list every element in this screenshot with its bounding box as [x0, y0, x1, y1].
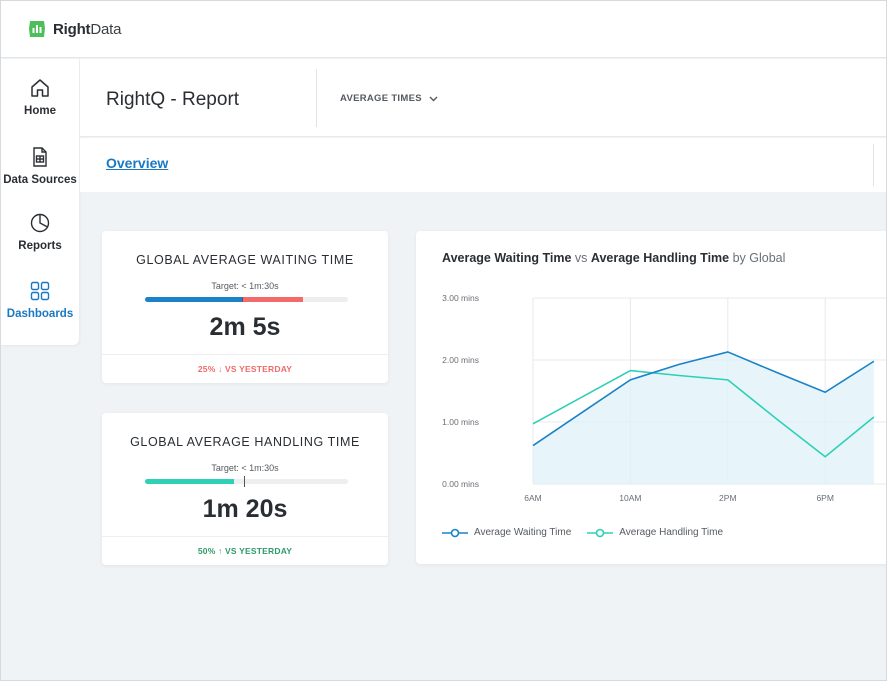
kpi-progress-track	[145, 476, 348, 487]
chart-card: Average Waiting Time vs Average Handling…	[416, 231, 887, 564]
kpi-progress-fill	[145, 479, 235, 484]
kpi-value: 2m 5s	[209, 313, 281, 341]
kpi-target-marker	[242, 297, 244, 302]
kpi-value: 1m 20s	[202, 495, 288, 523]
y-tick-label: 1.00 mins	[442, 417, 479, 427]
logo-text: RightData	[53, 21, 121, 38]
kpi-change: 50% ↑ VS YESTERDAY	[102, 536, 388, 565]
chart-legend: Average Waiting Time Average Handling Ti…	[442, 527, 739, 538]
logo-text-bold: Right	[53, 20, 91, 38]
x-tick-label: 2PM	[719, 493, 736, 503]
legend-item-waiting[interactable]: Average Waiting Time	[442, 527, 571, 538]
kpi-title: GLOBAL AVERAGE WAITING TIME	[136, 253, 354, 267]
kpi-card-waiting-time: GLOBAL AVERAGE WAITING TIME Target: < 1m…	[102, 231, 388, 383]
y-tick-label: 2.00 mins	[442, 355, 479, 365]
sidebar-item-home[interactable]: Home	[1, 77, 79, 117]
logo-icon	[29, 21, 45, 37]
page-title: RightQ - Report	[106, 89, 240, 110]
home-icon	[31, 79, 49, 97]
legend-line-marker-icon	[587, 528, 614, 537]
tab-overview[interactable]: Overview	[106, 155, 168, 171]
legend-line-marker-icon	[442, 528, 468, 537]
kpi-target: Target: < 1m:30s	[211, 281, 279, 291]
sidebar-item-label: Dashboards	[6, 308, 74, 320]
kpi-progress-fill	[145, 297, 243, 302]
top-bar: RightData	[1, 1, 886, 58]
x-tick-label: 10AM	[619, 493, 641, 503]
kpi-card-handling-time: GLOBAL AVERAGE HANDLING TIME Target: < 1…	[102, 413, 388, 565]
line-chart[interactable]: 3.00 mins 2.00 mins 1.00 mins 0.00 mins 6AM 1…	[416, 231, 887, 521]
app-frame: RightData Home Data Sources Reports Dash…	[0, 0, 887, 681]
chevron-down-icon	[429, 96, 438, 101]
x-tick-label: 6AM	[524, 493, 541, 503]
data-sources-icon	[33, 147, 47, 167]
x-tick-label: 6PM	[816, 493, 833, 503]
pie-chart-icon	[30, 213, 50, 233]
y-tick-label: 3.00 mins	[442, 293, 479, 303]
sidebar: Home Data Sources Reports Dashboards	[1, 59, 79, 345]
legend-label: Average Waiting Time	[474, 527, 572, 538]
y-tick-label: 0.00 mins	[442, 479, 479, 489]
sidebar-item-reports[interactable]: Reports	[1, 212, 79, 252]
kpi-title: GLOBAL AVERAGE HANDLING TIME	[130, 435, 360, 449]
page-header: RightQ - Report AVERAGE TIMES	[80, 59, 886, 137]
sidebar-item-label: Data Sources	[3, 174, 77, 186]
tab-divider	[873, 144, 874, 186]
dropdown-label: AVERAGE TIMES	[340, 93, 422, 104]
kpi-progress-track	[145, 297, 348, 302]
kpi-change: 25% ↓ VS YESTERDAY	[102, 354, 388, 383]
grid-icon	[30, 281, 50, 301]
kpi-target: Target: < 1m:30s	[211, 463, 279, 473]
logo[interactable]: RightData	[27, 19, 121, 39]
sidebar-item-dashboards[interactable]: Dashboards	[1, 280, 79, 320]
kpi-progress-overflow	[242, 297, 304, 302]
report-view-dropdown[interactable]: AVERAGE TIMES	[340, 93, 438, 104]
kpi-target-marker	[244, 476, 246, 487]
waiting-area	[533, 351, 874, 484]
sidebar-item-data-sources[interactable]: Data Sources	[1, 146, 79, 186]
header-divider	[316, 69, 317, 127]
tab-bar: Overview	[80, 138, 886, 192]
legend-item-handling[interactable]: Average Handling Time	[587, 527, 723, 538]
sidebar-item-label: Home	[24, 105, 56, 117]
logo-text-rest: Data	[90, 20, 122, 38]
sidebar-item-label: Reports	[18, 240, 62, 252]
legend-label: Average Handling Time	[619, 527, 724, 538]
